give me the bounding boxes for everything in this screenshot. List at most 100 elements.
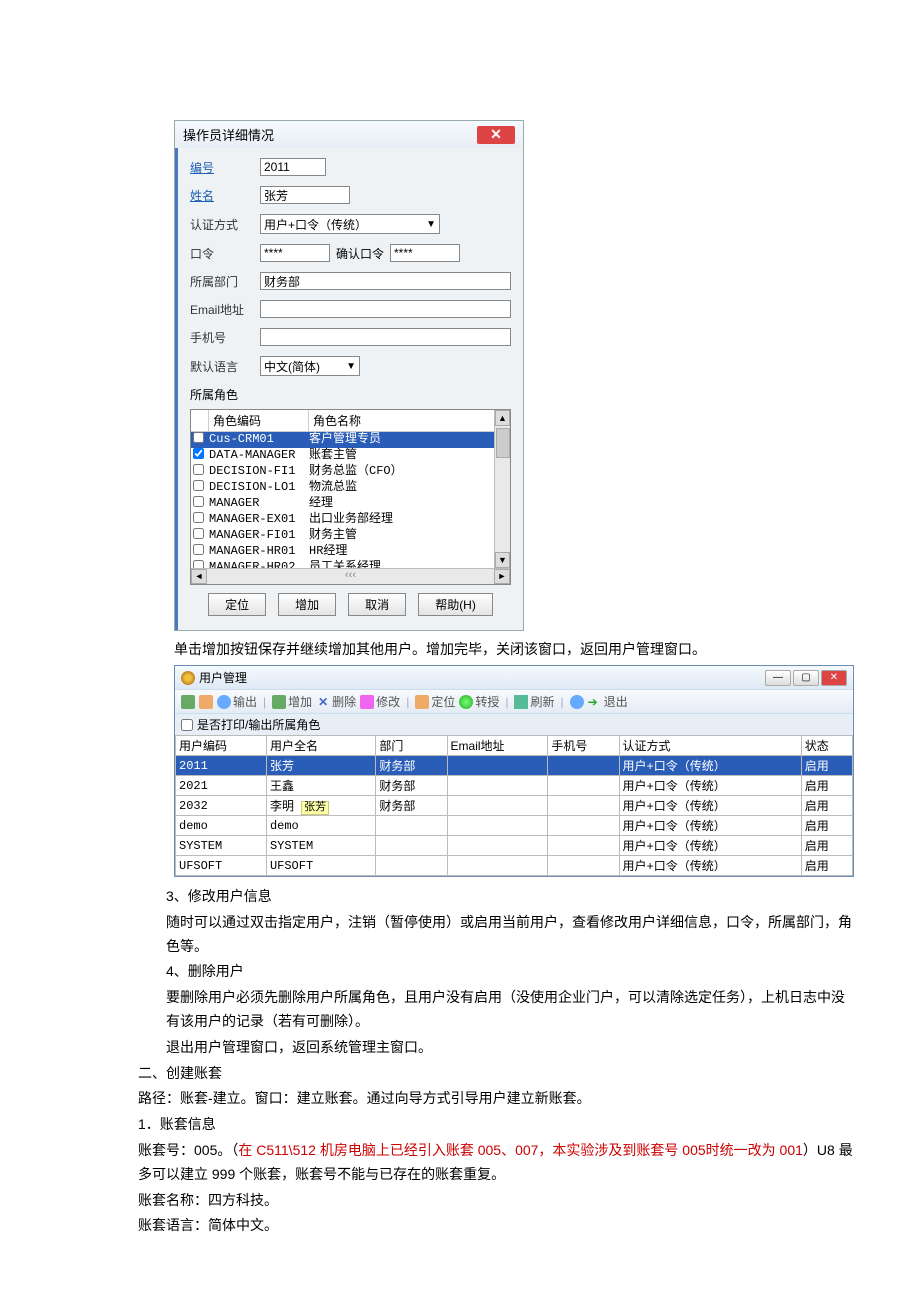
dept-input[interactable]: [260, 272, 511, 290]
password-input[interactable]: [260, 244, 330, 262]
role-name: 物流总监: [309, 480, 508, 496]
close-icon[interactable]: ✕: [477, 126, 515, 144]
maximize-icon[interactable]: ▢: [793, 670, 819, 686]
users-table[interactable]: 用户编码 用户全名 部门 Email地址 手机号 认证方式 状态 2011张芳财…: [175, 735, 853, 876]
doc-para: 路径：账套-建立。窗口：建立账套。通过向导方式引导用户建立新账套。: [138, 1087, 858, 1111]
role-name: 出口业务部经理: [309, 512, 508, 528]
doc-heading: 4、删除用户: [166, 960, 858, 984]
toolbar-add[interactable]: 增加: [272, 693, 312, 710]
user-management-dialog: 用户管理 — ▢ ✕ 输出 | 增加 ✕删除 修改 | 定位 转授 | 刷新 |…: [174, 665, 854, 877]
toolbar-refresh[interactable]: 刷新: [514, 693, 554, 710]
help-button[interactable]: 帮助(H): [418, 593, 493, 616]
scroll-right-icon[interactable]: ►: [494, 569, 510, 584]
cancel-button[interactable]: 取消: [348, 593, 406, 616]
col-status[interactable]: 状态: [801, 736, 852, 756]
label-confirm: 确认口令: [336, 245, 384, 262]
toolbar-exit[interactable]: ➔退出: [588, 693, 628, 710]
role-checkbox[interactable]: [193, 512, 204, 523]
col-email[interactable]: Email地址: [447, 736, 548, 756]
role-checkbox[interactable]: [193, 544, 204, 555]
chevron-down-icon: ▼: [426, 219, 436, 230]
email-input[interactable]: [260, 300, 511, 318]
close-icon[interactable]: ✕: [821, 670, 847, 686]
table-row[interactable]: UFSOFTUFSOFT用户+口令（传统）启用: [176, 856, 853, 876]
role-row[interactable]: MANAGER经理: [191, 496, 510, 512]
col-fullname[interactable]: 用户全名: [266, 736, 375, 756]
col-code[interactable]: 用户编码: [176, 736, 267, 756]
app-icon: [181, 671, 195, 685]
print-roles-label: 是否打印/输出所属角色: [197, 716, 320, 733]
phone-input[interactable]: [260, 328, 511, 346]
role-row[interactable]: DECISION-LO1物流总监: [191, 480, 510, 496]
toolbar-edit[interactable]: 修改: [360, 693, 400, 710]
minimize-icon[interactable]: —: [765, 670, 791, 686]
label-id[interactable]: 编号: [190, 159, 260, 176]
table-row[interactable]: SYSTEMSYSTEM用户+口令（传统）启用: [176, 836, 853, 856]
role-row[interactable]: MANAGER-FI01财务主管: [191, 528, 510, 544]
dialog2-titlebar[interactable]: 用户管理 — ▢ ✕: [175, 666, 853, 689]
add-button[interactable]: 增加: [278, 593, 336, 616]
scroll-left-icon[interactable]: ◄: [191, 569, 207, 584]
horizontal-scrollbar[interactable]: ◄ ‹‹‹ ►: [191, 568, 510, 584]
col-dept[interactable]: 部门: [376, 736, 447, 756]
vertical-scrollbar[interactable]: ▲ ▼: [494, 410, 510, 568]
role-code: DECISION-FI1: [209, 464, 309, 480]
table-row[interactable]: demodemo用户+口令（传统）启用: [176, 816, 853, 836]
role-name: HR经理: [309, 544, 508, 560]
role-code: DECISION-LO1: [209, 480, 309, 496]
role-row[interactable]: MANAGER-EX01出口业务部经理: [191, 512, 510, 528]
dialog-titlebar[interactable]: 操作员详细情况 ✕: [175, 121, 523, 148]
roles-listbox[interactable]: 角色编码 角色名称 Cus-CRM01客户管理专员DATA-MANAGER账套主…: [190, 409, 511, 585]
role-row[interactable]: DATA-MANAGER账套主管: [191, 448, 510, 464]
scroll-up-icon[interactable]: ▲: [495, 410, 510, 426]
table-row[interactable]: 2032李明 张芳财务部用户+口令（传统）启用: [176, 796, 853, 816]
toolbar-transfer[interactable]: 转授: [459, 693, 499, 710]
auth-dropdown[interactable]: 用户+口令（传统） ▼: [260, 214, 440, 234]
role-row[interactable]: DECISION-FI1财务总监（CFO）: [191, 464, 510, 480]
col-auth[interactable]: 认证方式: [619, 736, 801, 756]
role-checkbox[interactable]: [193, 528, 204, 539]
label-name[interactable]: 姓名: [190, 187, 260, 204]
doc-para: 随时可以通过双击指定用户，注销（暂停使用）或启用当前用户，查看修改用户详细信息，…: [166, 911, 858, 959]
doc-heading: 1．账套信息: [138, 1113, 858, 1137]
toolbar-output[interactable]: 输出: [217, 693, 257, 710]
toolbar-delete[interactable]: ✕删除: [316, 693, 356, 710]
role-code: MANAGER: [209, 496, 309, 512]
table-row[interactable]: 2021王鑫财务部用户+口令（传统）启用: [176, 776, 853, 796]
doc-para: 要删除用户必须先删除用户所属角色，且用户没有启用（没使用企业门户，可以清除选定任…: [166, 986, 858, 1034]
label-roles: 所属角色: [190, 386, 511, 403]
locate-button[interactable]: 定位: [208, 593, 266, 616]
role-name: 账套主管: [309, 448, 508, 464]
toolbar-help[interactable]: [570, 695, 584, 709]
toolbar-locate[interactable]: 定位: [415, 693, 455, 710]
role-checkbox[interactable]: [193, 464, 204, 475]
role-name: 经理: [309, 496, 508, 512]
role-checkbox[interactable]: [193, 432, 204, 443]
toolbar-nav[interactable]: [181, 695, 195, 709]
doc-para: 账套号：005。（在 C511\512 机房电脑上已经引入账套 005、007，…: [138, 1139, 858, 1187]
tooltip: 张芳: [301, 801, 329, 815]
label-lang: 默认语言: [190, 358, 260, 375]
role-checkbox[interactable]: [193, 480, 204, 491]
toolbar-print[interactable]: [199, 695, 213, 709]
print-roles-checkbox[interactable]: [181, 719, 193, 731]
role-row[interactable]: Cus-CRM01客户管理专员: [191, 432, 510, 448]
id-input[interactable]: [260, 158, 326, 176]
col-phone[interactable]: 手机号: [548, 736, 619, 756]
role-code: Cus-CRM01: [209, 432, 309, 448]
role-checkbox[interactable]: [193, 448, 204, 459]
scroll-thumb[interactable]: [496, 428, 510, 458]
print-option-row: 是否打印/输出所属角色: [175, 714, 853, 735]
name-input[interactable]: [260, 186, 350, 204]
label-password: 口令: [190, 245, 260, 262]
dialog2-title: 用户管理: [199, 669, 247, 686]
label-phone: 手机号: [190, 329, 260, 346]
scroll-down-icon[interactable]: ▼: [495, 552, 510, 568]
toolbar: 输出 | 增加 ✕删除 修改 | 定位 转授 | 刷新 | ➔退出: [175, 689, 853, 714]
confirm-password-input[interactable]: [390, 244, 460, 262]
role-row[interactable]: MANAGER-HR01HR经理: [191, 544, 510, 560]
lang-dropdown[interactable]: 中文(简体) ▼: [260, 356, 360, 376]
role-checkbox[interactable]: [193, 496, 204, 507]
table-row[interactable]: 2011张芳财务部用户+口令（传统）启用: [176, 756, 853, 776]
dialog-title: 操作员详细情况: [183, 125, 274, 144]
